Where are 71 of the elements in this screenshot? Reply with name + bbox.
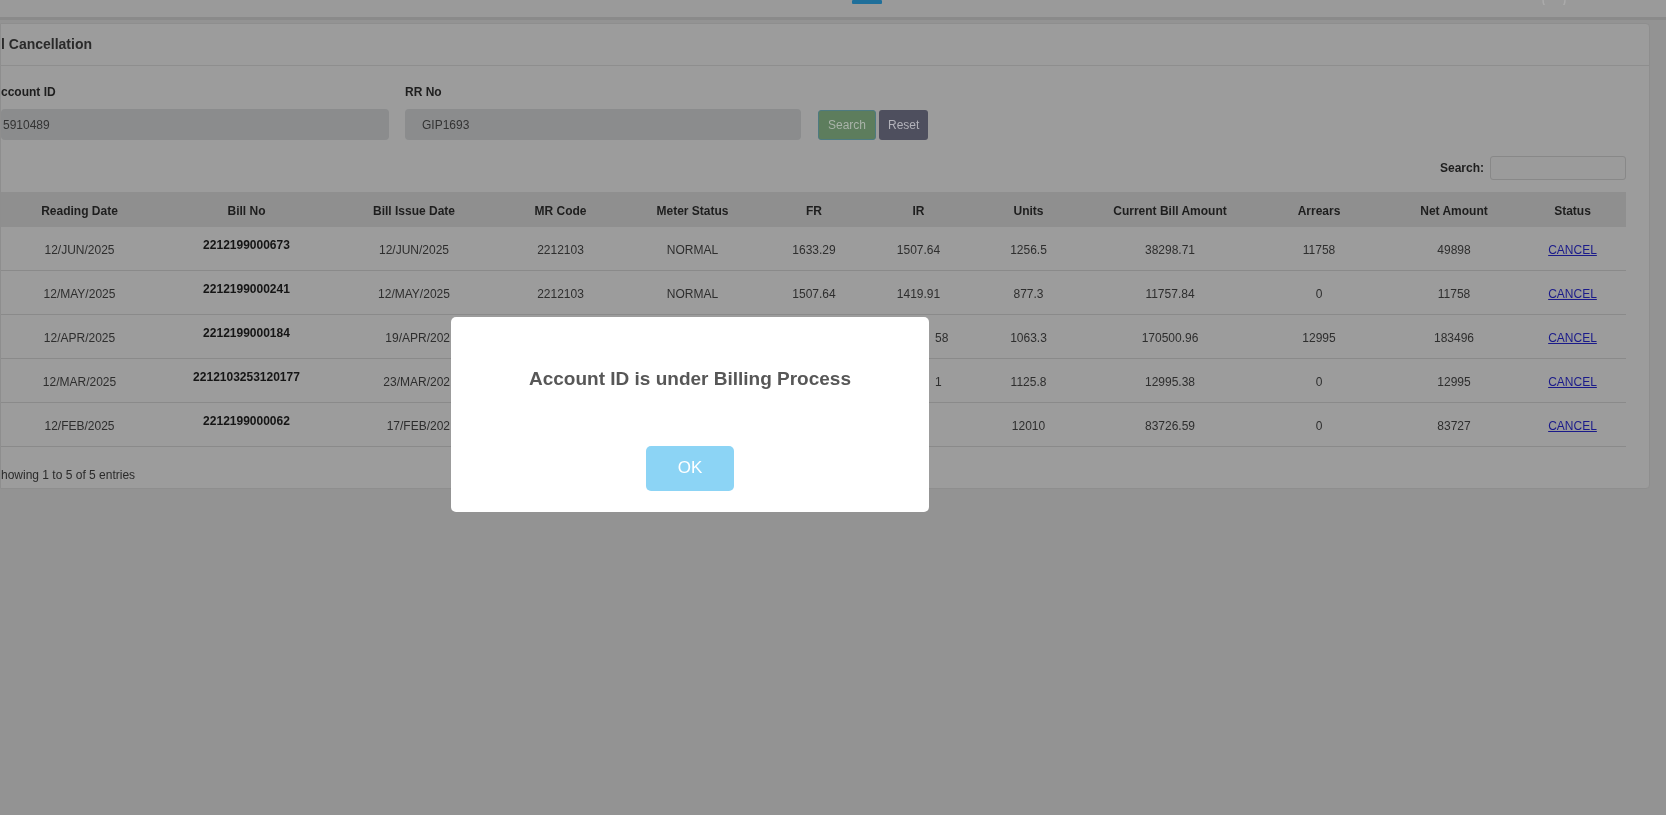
column-header[interactable]: Arrears — [1297, 203, 1341, 218]
column-header[interactable]: IR — [912, 203, 925, 218]
field-label: ccount ID — [1, 84, 56, 101]
column-header[interactable]: Meter Status — [656, 203, 729, 218]
input-field[interactable]: 5910489 — [1, 109, 389, 140]
card-title: l Cancellation — [1, 35, 93, 54]
table-cell: 2212103 — [537, 286, 584, 301]
table-cell: 170500.96 — [1141, 330, 1199, 345]
table-cell: 1256.5 — [1010, 242, 1047, 257]
table-cell: 1507.64 — [896, 242, 941, 257]
table-cell: 12/JUN/2025 — [378, 242, 449, 257]
entries-info: howing 1 to 5 of 5 entries — [1, 468, 136, 482]
table-cell: 12/JUN/2025 — [44, 242, 115, 257]
table-cell: 2212199000062 — [203, 413, 290, 428]
table-cell: 83727 — [1437, 418, 1471, 433]
reset-button[interactable]: Reset — [879, 110, 929, 140]
table-cell: 19/APR/202 — [385, 330, 450, 345]
table-cell: 2212199000241 — [203, 281, 290, 296]
table-cell: 2212103253120177 — [193, 369, 300, 384]
table-cell: 1 — [935, 374, 942, 389]
column-header[interactable]: Units — [1013, 203, 1044, 218]
table-cell: 11758 — [1437, 286, 1471, 301]
table-cell: 11758 — [1302, 242, 1336, 257]
table-cell: 12995 — [1437, 374, 1471, 389]
input-field[interactable]: GIP1693 — [405, 109, 801, 140]
table-cell: 0 — [1315, 418, 1323, 433]
table-cell: 12995 — [1302, 330, 1336, 345]
table-cell: 1063.3 — [1010, 330, 1047, 345]
table-cell: 12010 — [1011, 418, 1046, 433]
table-cell: 11757.84 — [1145, 286, 1195, 301]
table-cell: 12/MAY/2025 — [378, 286, 450, 301]
table-cell: 23/MAR/202 — [383, 374, 450, 389]
table-cell: 1507.64 — [792, 286, 836, 301]
cancel-link[interactable]: CANCEL — [1548, 242, 1597, 257]
column-header[interactable]: Net Amount — [1420, 203, 1488, 218]
search-label: Search: — [1439, 160, 1484, 177]
table-cell: 1125.8 — [1010, 374, 1047, 389]
table-cell: NORMAL — [666, 242, 719, 257]
column-header[interactable]: FR — [806, 203, 822, 218]
table-cell: 2212103 — [537, 242, 584, 257]
table-cell: 12/APR/2025 — [43, 330, 116, 345]
table-cell: 2212199000184 — [203, 325, 290, 340]
table-cell: 0 — [1315, 286, 1323, 301]
table-cell: 38298.71 — [1144, 242, 1196, 257]
table-cell: 83726.59 — [1144, 418, 1196, 433]
table-cell: 49898 — [1437, 242, 1471, 257]
table-cell: NORMAL — [666, 286, 719, 301]
column-header[interactable]: Bill Issue Date — [373, 203, 455, 218]
table-cell: 1633.29 — [792, 242, 836, 257]
table-cell: 17/FEB/202 — [386, 418, 450, 433]
table-cell: 12/FEB/2025 — [44, 418, 115, 433]
cancel-link[interactable]: CANCEL — [1548, 286, 1597, 301]
cancel-link[interactable]: CANCEL — [1548, 374, 1597, 389]
column-header[interactable]: Reading Date — [41, 203, 118, 218]
table-cell: 58 — [935, 330, 949, 345]
column-header[interactable]: MR Code — [534, 203, 587, 218]
table-cell: 12/MAR/2025 — [42, 374, 117, 389]
table-cell: 1419.91 — [896, 286, 941, 301]
table-cell: 183496 — [1433, 330, 1474, 345]
cancel-link[interactable]: CANCEL — [1548, 418, 1597, 433]
dialog-message: Account ID is under Billing Process — [529, 367, 851, 391]
cancel-link[interactable]: CANCEL — [1548, 330, 1597, 345]
table-cell: 0 — [1315, 374, 1323, 389]
table-cell: 12/MAY/2025 — [43, 286, 116, 301]
column-header[interactable]: Current Bill Amount — [1113, 203, 1227, 218]
table-cell: 12995.38 — [1144, 374, 1196, 389]
table-cell: 2212199000673 — [203, 237, 290, 252]
column-header[interactable]: Status — [1554, 203, 1591, 218]
table-cell: 877.3 — [1013, 286, 1044, 301]
column-header[interactable]: Bill No — [227, 203, 266, 218]
field-label: RR No — [405, 84, 442, 101]
